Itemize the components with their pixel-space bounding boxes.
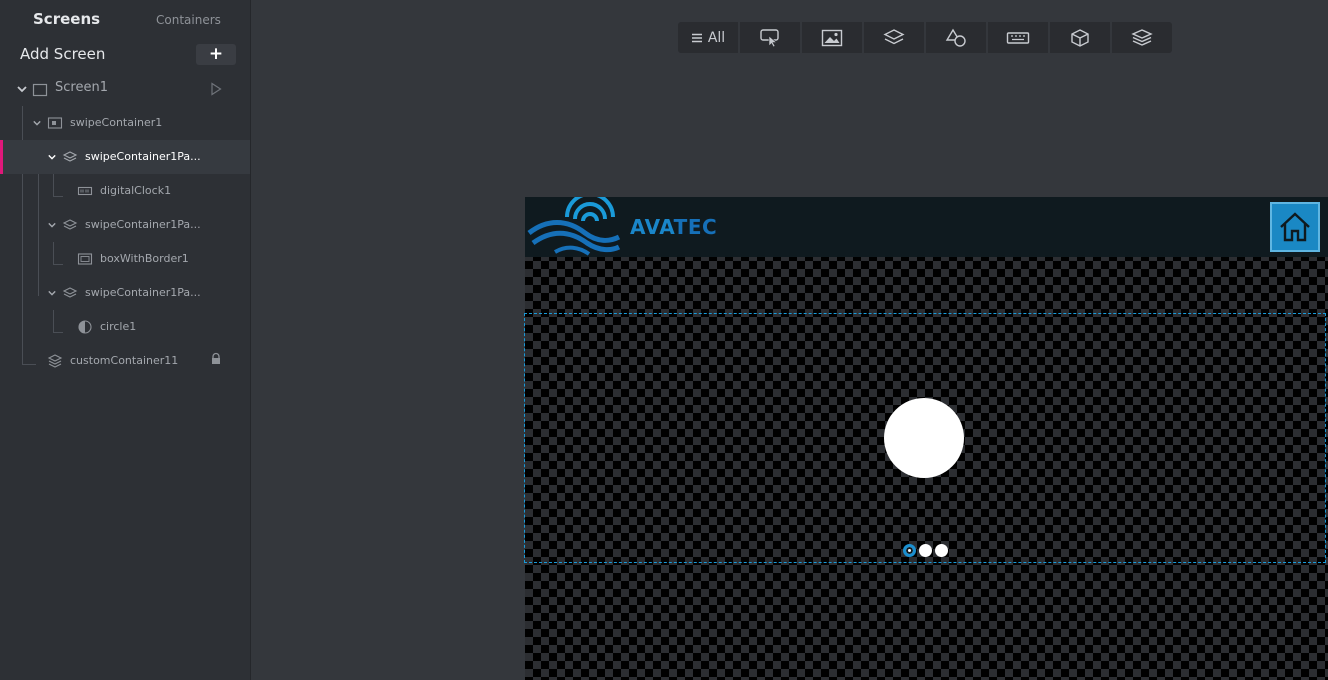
tree-item-swipecontainer-page-3[interactable]: swipeContainer1Pa... [0, 276, 250, 310]
swipe-container[interactable] [524, 313, 1326, 563]
filter-image-button[interactable] [802, 22, 862, 53]
chevron-down-icon[interactable] [17, 84, 27, 94]
add-screen-button[interactable]: + [196, 44, 236, 65]
chevron-down-icon[interactable] [48, 221, 56, 229]
filter-all-label: All [707, 29, 726, 46]
tree-item-label: swipeContainer1Pa... [85, 150, 201, 163]
swipe-pagination[interactable] [903, 544, 948, 557]
layers-icon [62, 151, 78, 162]
cube-icon [1071, 28, 1089, 47]
tree-item-swipecontainer-page-1[interactable]: swipeContainer1Pa... [0, 140, 250, 174]
tree-item-label: boxWithBorder1 [100, 252, 189, 265]
tab-containers[interactable]: Containers [156, 13, 221, 27]
sidebar: Screens Containers Add Screen + Screen1 … [0, 0, 251, 680]
tree-item-label: circle1 [100, 320, 137, 333]
interaction-icon [760, 28, 779, 47]
chevron-down-icon[interactable] [48, 153, 56, 161]
tree-item-screen1[interactable]: Screen1 [0, 72, 250, 106]
home-icon [1280, 212, 1310, 242]
widget-filter-toolbar: All [678, 22, 1172, 53]
pagination-dot-active[interactable] [903, 544, 916, 557]
add-screen-label: Add Screen [20, 45, 106, 63]
filter-shapes-button[interactable] [926, 22, 986, 53]
circle-widget[interactable] [884, 398, 964, 478]
selection-indicator [0, 140, 3, 174]
tree-item-label: Screen1 [55, 80, 108, 95]
screen-header[interactable]: AVATEC [525, 197, 1328, 257]
filter-container-button[interactable] [864, 22, 924, 53]
layers-icon [62, 287, 78, 298]
tree-item-swipecontainer-page-2[interactable]: swipeContainer1Pa... [0, 208, 250, 242]
filter-stack-button[interactable] [1112, 22, 1172, 53]
chevron-down-icon[interactable] [48, 289, 56, 297]
keyboard-icon [1006, 31, 1030, 44]
tree-item-boxwithborder1[interactable]: boxWithBorder1 [0, 242, 250, 276]
tree-item-customcontainer11[interactable]: customContainer11 [0, 344, 250, 378]
stack-icon [1131, 28, 1153, 46]
play-icon[interactable] [208, 81, 224, 97]
tree-item-swipecontainer1[interactable]: swipeContainer1 [0, 106, 250, 140]
screen-icon [32, 83, 48, 97]
filter-interaction-button[interactable] [740, 22, 800, 53]
menu-icon [691, 33, 702, 42]
tree-item-circle1[interactable]: circle1 [0, 310, 250, 344]
brand-part-1: AVA [630, 215, 674, 239]
layers-icon [883, 28, 905, 44]
tree-item-label: swipeContainer1Pa... [85, 218, 201, 231]
image-icon [821, 29, 843, 46]
filter-keyboard-button[interactable] [988, 22, 1048, 53]
box-with-border-icon [77, 253, 93, 265]
brand-part-2: TEC [673, 215, 718, 239]
tree-item-label: swipeContainer1Pa... [85, 286, 201, 299]
pagination-dot[interactable] [919, 544, 932, 557]
lock-icon[interactable] [209, 352, 223, 366]
home-button[interactable] [1270, 202, 1320, 252]
tree-item-label: customContainer11 [70, 354, 179, 367]
filter-all-button[interactable]: All [678, 22, 738, 53]
layers-icon [62, 219, 78, 230]
swipe-container-icon [47, 117, 63, 129]
tree-item-digitalclock1[interactable]: digitalClock1 [0, 174, 250, 208]
tab-screens[interactable]: Screens [33, 10, 100, 28]
chevron-down-icon[interactable] [33, 119, 41, 127]
design-canvas[interactable]: AVATEC [524, 197, 1328, 680]
circle-icon [78, 320, 92, 334]
digital-clock-icon [77, 186, 93, 196]
filter-3d-button[interactable] [1050, 22, 1110, 53]
layers-icon [47, 354, 63, 368]
brand-wordmark: AVATEC [630, 215, 717, 239]
tree-item-label: digitalClock1 [100, 184, 172, 197]
pagination-dot[interactable] [935, 544, 948, 557]
avatec-logo-icon [527, 197, 621, 256]
shapes-icon [945, 28, 966, 47]
tree-item-label: swipeContainer1 [70, 116, 163, 129]
